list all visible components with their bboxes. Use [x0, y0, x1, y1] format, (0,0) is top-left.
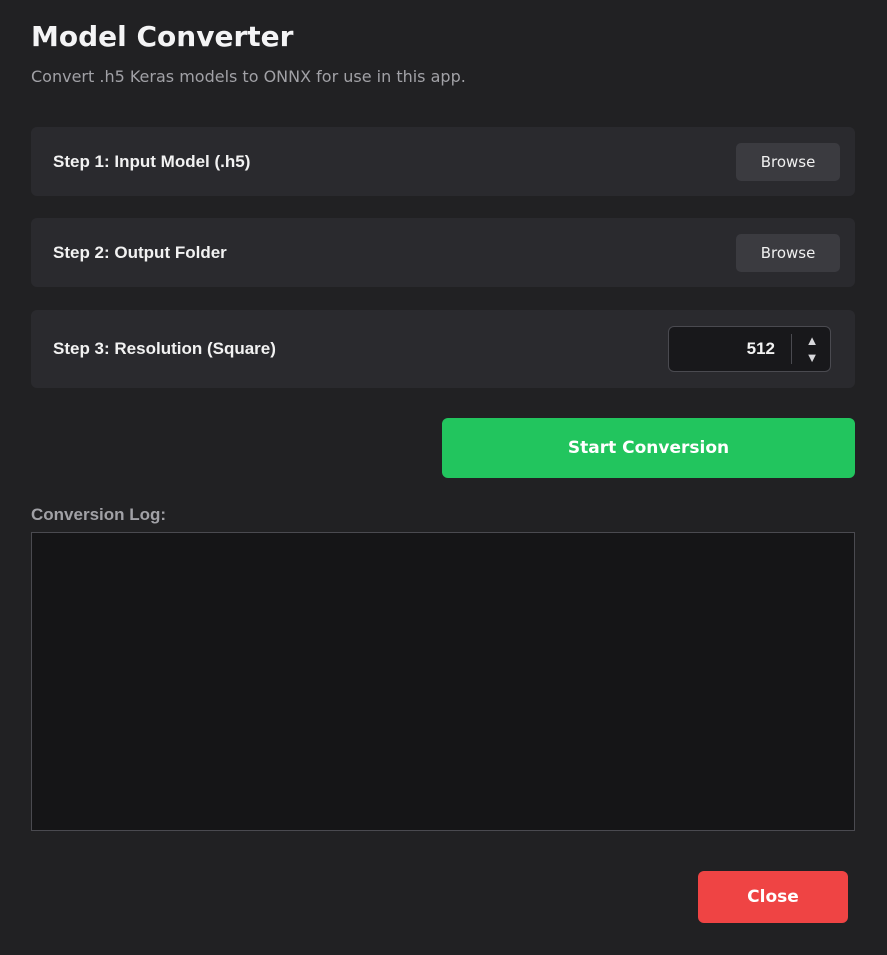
start-conversion-button[interactable]: Start Conversion	[442, 418, 855, 478]
step-output-folder-label: Step 2: Output Folder	[53, 242, 227, 262]
close-button[interactable]: Close	[698, 871, 848, 923]
model-converter-window: Model Converter Convert .h5 Keras models…	[0, 0, 887, 955]
conversion-log-area[interactable]	[31, 532, 855, 831]
conversion-log-label: Conversion Log:	[31, 505, 167, 524]
decrement-arrow-icon[interactable]: ▼	[806, 349, 819, 366]
spinbox-arrows: ▲ ▼	[802, 332, 822, 366]
page-subtitle: Convert .h5 Keras models to ONNX for use…	[31, 67, 466, 86]
increment-arrow-icon[interactable]: ▲	[806, 332, 819, 349]
browse-output-folder-button[interactable]: Browse	[736, 233, 840, 272]
step-resolution-label: Step 3: Resolution (Square)	[53, 339, 276, 358]
step-input-model: Step 1: Input Model (.h5) Browse	[31, 127, 855, 196]
resolution-spinbox[interactable]: 512 ▲ ▼	[668, 326, 831, 372]
step-output-folder: Step 2: Output Folder Browse	[31, 218, 855, 287]
page-title: Model Converter	[31, 20, 294, 53]
spinbox-divider	[791, 334, 792, 364]
step-input-model-label: Step 1: Input Model (.h5)	[53, 151, 251, 171]
browse-input-model-button[interactable]: Browse	[736, 142, 840, 181]
resolution-value[interactable]: 512	[747, 339, 775, 359]
step-resolution: Step 3: Resolution (Square) 512 ▲ ▼	[31, 310, 855, 388]
